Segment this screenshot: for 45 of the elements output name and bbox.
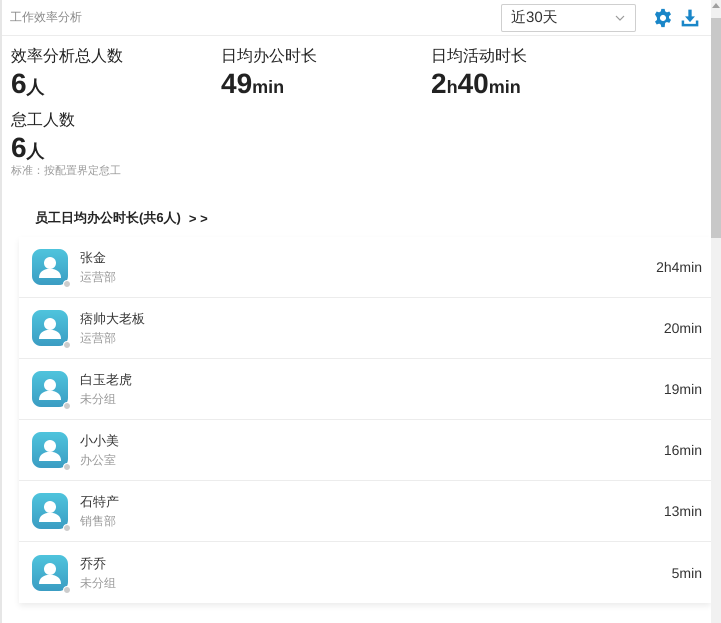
avatar-icon (32, 432, 68, 468)
period-dropdown[interactable]: 近30天 (501, 4, 636, 32)
avatar-icon (32, 310, 68, 346)
employee-name: 乔乔 (80, 554, 106, 572)
employee-department: 运营部 (80, 269, 116, 285)
stat-label: 怠工人数 (11, 110, 75, 131)
office-duration: 5min (672, 564, 702, 580)
avatar-icon (32, 493, 68, 529)
stat-label: 日均办公时长 (221, 46, 317, 67)
scrollbar-thumb[interactable] (711, 18, 721, 238)
employee-name: 痞帅大老板 (80, 310, 145, 327)
stat-value: 49min (221, 68, 284, 100)
employee-department: 销售部 (80, 513, 116, 529)
employee-name: 小小美 (80, 432, 119, 449)
avatar-icon (32, 249, 68, 285)
stat-value: 6人 (11, 68, 45, 100)
office-duration: 2h4min (656, 259, 702, 275)
settings-button[interactable] (653, 8, 673, 28)
download-button[interactable] (680, 8, 700, 28)
stat-label: 效率分析总人数 (11, 46, 123, 67)
employee-name: 白玉老虎 (80, 371, 132, 388)
section-title: 员工日均办公时长(共6人) (35, 209, 181, 227)
more-link[interactable]: > > (188, 210, 208, 226)
stat-label: 日均活动时长 (431, 46, 527, 67)
download-icon (680, 8, 700, 28)
employee-department: 办公室 (80, 452, 116, 468)
stat-value: 6人 (11, 132, 45, 164)
employee-name: 张金 (80, 249, 106, 266)
chevron-down-icon (615, 14, 625, 20)
office-duration: 13min (664, 503, 702, 519)
office-duration: 16min (664, 442, 702, 458)
page-title: 工作效率分析 (10, 9, 82, 26)
avatar-icon (32, 554, 68, 590)
scroll-up-icon (712, 2, 720, 8)
office-duration: 20min (664, 320, 702, 336)
gear-icon (653, 8, 673, 28)
office-duration: 19min (664, 381, 702, 397)
employee-department: 未分组 (80, 574, 116, 590)
scrollbar[interactable] (711, 0, 721, 623)
avatar-icon (32, 371, 68, 407)
employee-name: 石特产 (80, 493, 119, 510)
employee-department: 未分组 (80, 391, 116, 407)
stat-value: 2h40min (431, 68, 521, 100)
stat-note: 标准：按配置界定怠工 (11, 164, 121, 178)
employee-department: 运营部 (80, 330, 116, 346)
